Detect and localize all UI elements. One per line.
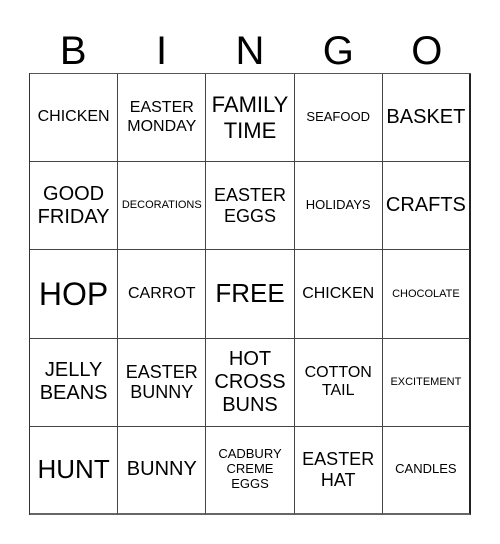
bingo-cell[interactable]: DECORATIONS — [118, 162, 207, 251]
bingo-cell[interactable]: EASTER BUNNY — [118, 338, 207, 427]
bingo-cell[interactable]: CHICKEN — [294, 250, 383, 339]
bingo-cell[interactable]: CHICKEN — [30, 74, 119, 163]
header-letter-b: B — [59, 29, 87, 73]
bingo-cell[interactable]: EASTER MONDAY — [118, 74, 207, 163]
header-letter-i: I — [156, 29, 168, 73]
bingo-cell[interactable]: JELLY BEANS — [30, 338, 119, 427]
bingo-cell[interactable]: BUNNY — [118, 426, 207, 515]
bingo-header: B I N G O — [29, 28, 471, 74]
bingo-cell[interactable]: COTTON TAIL — [294, 338, 383, 427]
header-letter-o: O — [411, 29, 443, 73]
bingo-cell[interactable]: FAMILY TIME — [206, 74, 295, 163]
bingo-cell[interactable]: CRAFTS — [382, 162, 471, 251]
bingo-cell[interactable]: GOOD FRIDAY — [30, 162, 119, 251]
bingo-cell[interactable]: EXCITEMENT — [382, 338, 471, 427]
bingo-cell[interactable]: EASTER HAT — [294, 426, 383, 515]
bingo-cell[interactable]: EASTER EGGS — [206, 162, 295, 251]
free-space-cell[interactable]: FREE — [206, 250, 295, 339]
bingo-cell[interactable]: HOP — [30, 250, 119, 339]
bingo-cell[interactable]: CADBURY CREME EGGS — [206, 426, 295, 515]
bingo-cell[interactable]: HOLIDAYS — [294, 162, 383, 251]
bingo-cell[interactable]: SEAFOOD — [294, 74, 383, 163]
bingo-cell[interactable]: CARROT — [118, 250, 207, 339]
header-letter-g: G — [322, 29, 354, 73]
bingo-cell[interactable]: HOT CROSS BUNS — [206, 338, 295, 427]
header-letter-n: N — [235, 29, 265, 73]
bingo-cell[interactable]: CANDLES — [382, 426, 471, 515]
bingo-cell[interactable]: BASKET — [382, 74, 471, 163]
bingo-cell[interactable]: CHOCOLATE — [382, 250, 471, 339]
bingo-card-grid: CHICKEN EASTER MONDAY FAMILY TIME SEAFOOD BA… — [29, 73, 471, 515]
bingo-cell[interactable]: HUNT — [30, 426, 119, 515]
